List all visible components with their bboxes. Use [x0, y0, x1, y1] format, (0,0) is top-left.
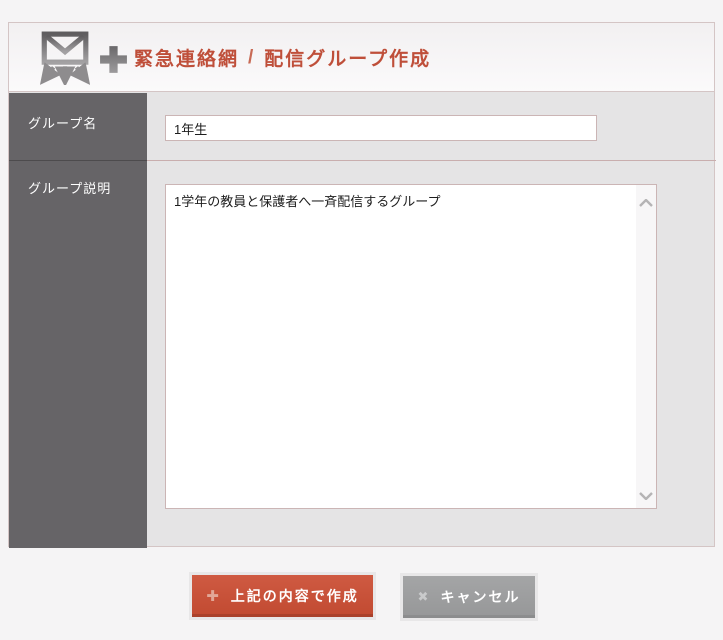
group-name-label: グループ名 — [9, 93, 147, 160]
group-name-input[interactable] — [165, 115, 597, 141]
scroll-up-icon[interactable] — [639, 194, 653, 207]
breadcrumb-section: 緊急連絡網 — [134, 49, 240, 70]
create-group-panel: 緊急連絡網 / 配信グループ作成 グループ名 グループ説明 1学年の教員と保護者… — [8, 22, 716, 548]
mail-broadcast-icon — [38, 31, 91, 90]
breadcrumb-page: 配信グループ作成 — [264, 49, 432, 70]
group-description-wrap: 1学年の教員と保護者へ一斉配信するグループ — [165, 184, 657, 509]
group-description-label: グループ説明 — [9, 161, 147, 548]
page-title: 緊急連絡網 / 配信グループ作成 — [134, 23, 431, 92]
scroll-down-icon[interactable] — [639, 487, 653, 501]
create-button[interactable]: ✚ 上記の内容で作成 — [192, 575, 373, 617]
cancel-button-frame: ✖ キャンセル — [400, 573, 538, 621]
create-button-label: 上記の内容で作成 — [230, 588, 359, 604]
panel-header: 緊急連絡網 / 配信グループ作成 — [9, 23, 714, 92]
breadcrumb-separator: / — [248, 46, 256, 68]
plus-icon: ✚ — [206, 588, 221, 605]
textarea-scrollbar[interactable] — [636, 185, 656, 508]
plus-icon — [98, 44, 129, 80]
x-icon: ✖ — [417, 589, 431, 604]
create-button-frame: ✚ 上記の内容で作成 — [189, 572, 376, 620]
cancel-button-label: キャンセル — [440, 589, 521, 605]
cancel-button[interactable]: ✖ キャンセル — [403, 576, 535, 618]
group-description-textarea[interactable]: 1学年の教員と保護者へ一斉配信するグループ — [165, 184, 657, 509]
row-divider — [147, 160, 716, 161]
